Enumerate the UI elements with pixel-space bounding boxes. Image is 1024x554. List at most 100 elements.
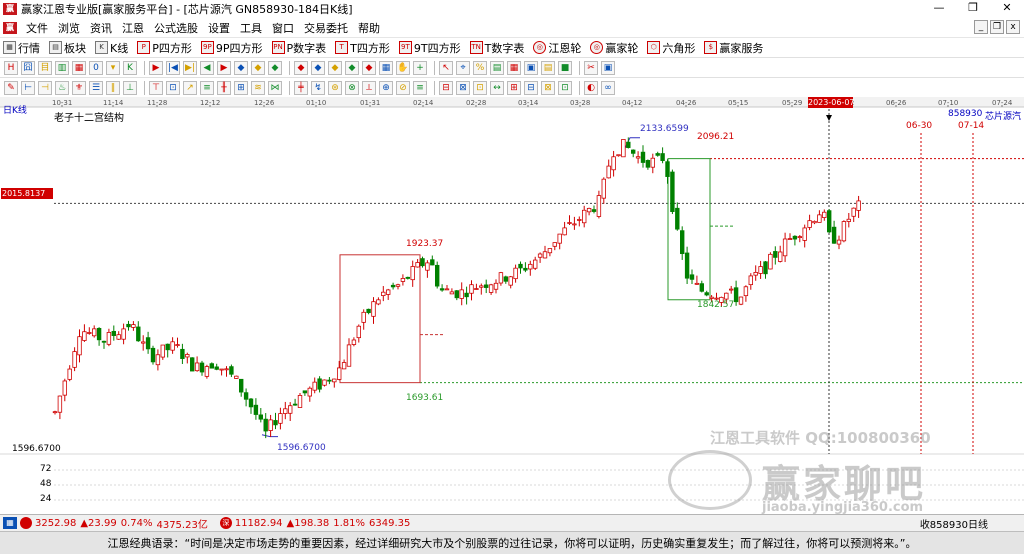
- toolbar2-tool-28-icon[interactable]: ▦: [507, 60, 521, 75]
- toolbar2-tool-21-icon[interactable]: ▦: [379, 60, 393, 75]
- toolbar3-tool-26-icon[interactable]: ⊡: [473, 80, 487, 95]
- toolbar2-tool-4-icon[interactable]: ▦: [72, 60, 86, 75]
- toolbar3-tool-27-icon[interactable]: ↔: [490, 80, 504, 95]
- toolbar3-tool-5-icon[interactable]: ☰: [89, 80, 103, 95]
- toolbar-item-p-square[interactable]: P P四方形: [134, 40, 192, 56]
- menu-settings[interactable]: 设置: [203, 20, 235, 36]
- toolbar3-tool-1-icon[interactable]: ⊢: [21, 80, 35, 95]
- toolbar2-tool-19-icon[interactable]: ◆: [345, 60, 359, 75]
- toolbar2-tool-11-icon[interactable]: ◀: [200, 60, 214, 75]
- mdi-close-button[interactable]: x: [1006, 20, 1020, 34]
- toolbar3-tool-3-icon[interactable]: ♨: [55, 80, 69, 95]
- toolbar-item-block[interactable]: ▤ 板块: [46, 40, 86, 56]
- toolbar2-tool-16-icon[interactable]: ◆: [294, 60, 308, 75]
- toolbar3-tool-0-icon[interactable]: ✎: [4, 80, 18, 95]
- toolbar3-tool-4-icon[interactable]: ⚜: [72, 80, 86, 95]
- toolbar3-tool-9-icon[interactable]: ⊡: [166, 80, 180, 95]
- toolbar3-tool-30-icon[interactable]: ⊠: [541, 80, 555, 95]
- toolbar2-tool-23-icon[interactable]: +: [413, 60, 427, 75]
- toolbar2-tool-0-icon[interactable]: H: [4, 60, 18, 75]
- toolbar2-tool-9-icon[interactable]: |◀: [166, 60, 180, 75]
- toolbar3-tool-10-icon[interactable]: ↗: [183, 80, 197, 95]
- toolbar3-tool-20-icon[interactable]: ⟂: [362, 80, 376, 95]
- toolbar2-tool-22-icon[interactable]: ✋: [396, 60, 410, 75]
- toolbar3-tool-6-icon[interactable]: ‖: [106, 80, 120, 95]
- toolbar3-tool-29-icon[interactable]: ⊟: [524, 80, 538, 95]
- menu-gann[interactable]: 江恩: [117, 20, 149, 36]
- toolbar3-tool-24-icon[interactable]: ⊟: [439, 80, 453, 95]
- toolbar2-tool-5-icon[interactable]: 0: [89, 60, 103, 75]
- toolbar-item-t-table[interactable]: TN T数字表: [467, 40, 524, 56]
- menu-tools[interactable]: 工具: [235, 20, 267, 36]
- toolbar2-tool-31-icon[interactable]: ■: [558, 60, 572, 75]
- toolbar3-tool-25-icon[interactable]: ⊠: [456, 80, 470, 95]
- toolbar2-tool-14-icon[interactable]: ◆: [251, 60, 265, 75]
- toolbar3-tool-22-icon[interactable]: ⊘: [396, 80, 410, 95]
- minimize-button[interactable]: —: [922, 0, 956, 18]
- toolbar-item-yingjia-wheel[interactable]: ◎ 赢家轮: [587, 40, 638, 56]
- toolbar2-tool-29-icon[interactable]: ▣: [524, 60, 538, 75]
- toolbar3-tool-13-icon[interactable]: ⊞: [234, 80, 248, 95]
- toolbar2-tool-13-icon[interactable]: ◆: [234, 60, 248, 75]
- mdi-minimize-button[interactable]: _: [974, 20, 988, 34]
- toolbar3-tool-16-icon[interactable]: ╪: [294, 80, 308, 95]
- toolbar3-tool-19-icon[interactable]: ⊗: [345, 80, 359, 95]
- menu-formula[interactable]: 公式选股: [149, 20, 203, 36]
- close-button[interactable]: ✕: [990, 0, 1024, 18]
- toolbar3-tool-31-icon[interactable]: ⊡: [558, 80, 572, 95]
- toolbar2-tool-1-icon[interactable]: 囧: [21, 60, 35, 75]
- toolbar3-tool-15-icon[interactable]: ⋈: [268, 80, 282, 95]
- toolbar2-tool-10-icon[interactable]: ▶|: [183, 60, 197, 75]
- toolbar3-tool-32-icon[interactable]: ◐: [584, 80, 598, 95]
- menu-window[interactable]: 窗口: [267, 20, 299, 36]
- toolbar-item-jiangen-wheel[interactable]: ◎ 江恩轮: [530, 40, 581, 56]
- toolbar2-tool-15-icon[interactable]: ◆: [268, 60, 282, 75]
- toolbar3-tool-8-icon[interactable]: ⊤: [149, 80, 163, 95]
- toolbar2-tool-20-icon[interactable]: ◆: [362, 60, 376, 75]
- toolbar3-tool-11-icon[interactable]: ≡: [200, 80, 214, 95]
- toolbar-item-hexagon[interactable]: ⬡ 六角形: [644, 40, 695, 56]
- toolbar2-tool-2-icon[interactable]: 目: [38, 60, 52, 75]
- toolbar3-tool-7-icon[interactable]: ⊥: [123, 80, 137, 95]
- app-menu-icon[interactable]: 赢: [3, 21, 17, 34]
- toolbar-item-9t-square[interactable]: 9T 9T四方形: [396, 40, 461, 56]
- toolbar2-tool-24-icon[interactable]: ↖: [439, 60, 453, 75]
- toolbar2-tool-25-icon[interactable]: ⌖: [456, 60, 470, 75]
- toolbar2-tool-3-icon[interactable]: ▥: [55, 60, 69, 75]
- toolbar3-tool-18-icon[interactable]: ⊛: [328, 80, 342, 95]
- toolbar-item-t-square[interactable]: T T四方形: [332, 40, 390, 56]
- toolbar2-tool-6-icon[interactable]: ▾: [106, 60, 120, 75]
- toolbar-label: 9P四方形: [215, 41, 263, 55]
- toolbar2-tool-18-icon[interactable]: ◆: [328, 60, 342, 75]
- kline-chart[interactable]: 10-31 11-14 11-28 12-12 12-26 01-10 01-31 02-14…: [0, 97, 1024, 515]
- toolbar3-tool-21-icon[interactable]: ⊕: [379, 80, 393, 95]
- toolbar3-tool-14-icon[interactable]: ≋: [251, 80, 265, 95]
- menu-file[interactable]: 文件: [21, 20, 53, 36]
- toolbar-item-grid[interactable]: ▦ 行情: [0, 40, 40, 56]
- toolbar2-tool-12-icon[interactable]: ▶: [217, 60, 231, 75]
- toolbar3-tool-12-icon[interactable]: ╫: [217, 80, 231, 95]
- toolbar-item-kline[interactable]: K K线: [92, 40, 128, 56]
- toolbar2-tool-17-icon[interactable]: ◆: [311, 60, 325, 75]
- menu-trade[interactable]: 交易委托: [299, 20, 353, 36]
- toolbar3-tool-33-icon[interactable]: ∞: [601, 80, 615, 95]
- menu-browse[interactable]: 浏览: [53, 20, 85, 36]
- toolbar2-tool-26-icon[interactable]: %: [473, 60, 487, 75]
- toolbar-item-service[interactable]: $ 赢家服务: [701, 40, 763, 56]
- menu-help[interactable]: 帮助: [353, 20, 385, 36]
- toolbar2-tool-33-icon[interactable]: ▣: [601, 60, 615, 75]
- toolbar2-tool-27-icon[interactable]: ▤: [490, 60, 504, 75]
- toolbar3-tool-2-icon[interactable]: ⊣: [38, 80, 52, 95]
- toolbar2-tool-30-icon[interactable]: ▤: [541, 60, 555, 75]
- mdi-restore-button[interactable]: ❐: [990, 20, 1004, 34]
- toolbar-item-9p-square[interactable]: 9P 9P四方形: [198, 40, 263, 56]
- toolbar3-tool-23-icon[interactable]: ≡: [413, 80, 427, 95]
- toolbar2-tool-7-icon[interactable]: K: [123, 60, 137, 75]
- toolbar2-tool-32-icon[interactable]: ✂: [584, 60, 598, 75]
- toolbar-item-p-table[interactable]: PN P数字表: [269, 40, 326, 56]
- toolbar2-tool-8-icon[interactable]: ▶: [149, 60, 163, 75]
- toolbar3-tool-28-icon[interactable]: ⊞: [507, 80, 521, 95]
- menu-info[interactable]: 资讯: [85, 20, 117, 36]
- restore-button[interactable]: ❐: [956, 0, 990, 18]
- toolbar3-tool-17-icon[interactable]: ↯: [311, 80, 325, 95]
